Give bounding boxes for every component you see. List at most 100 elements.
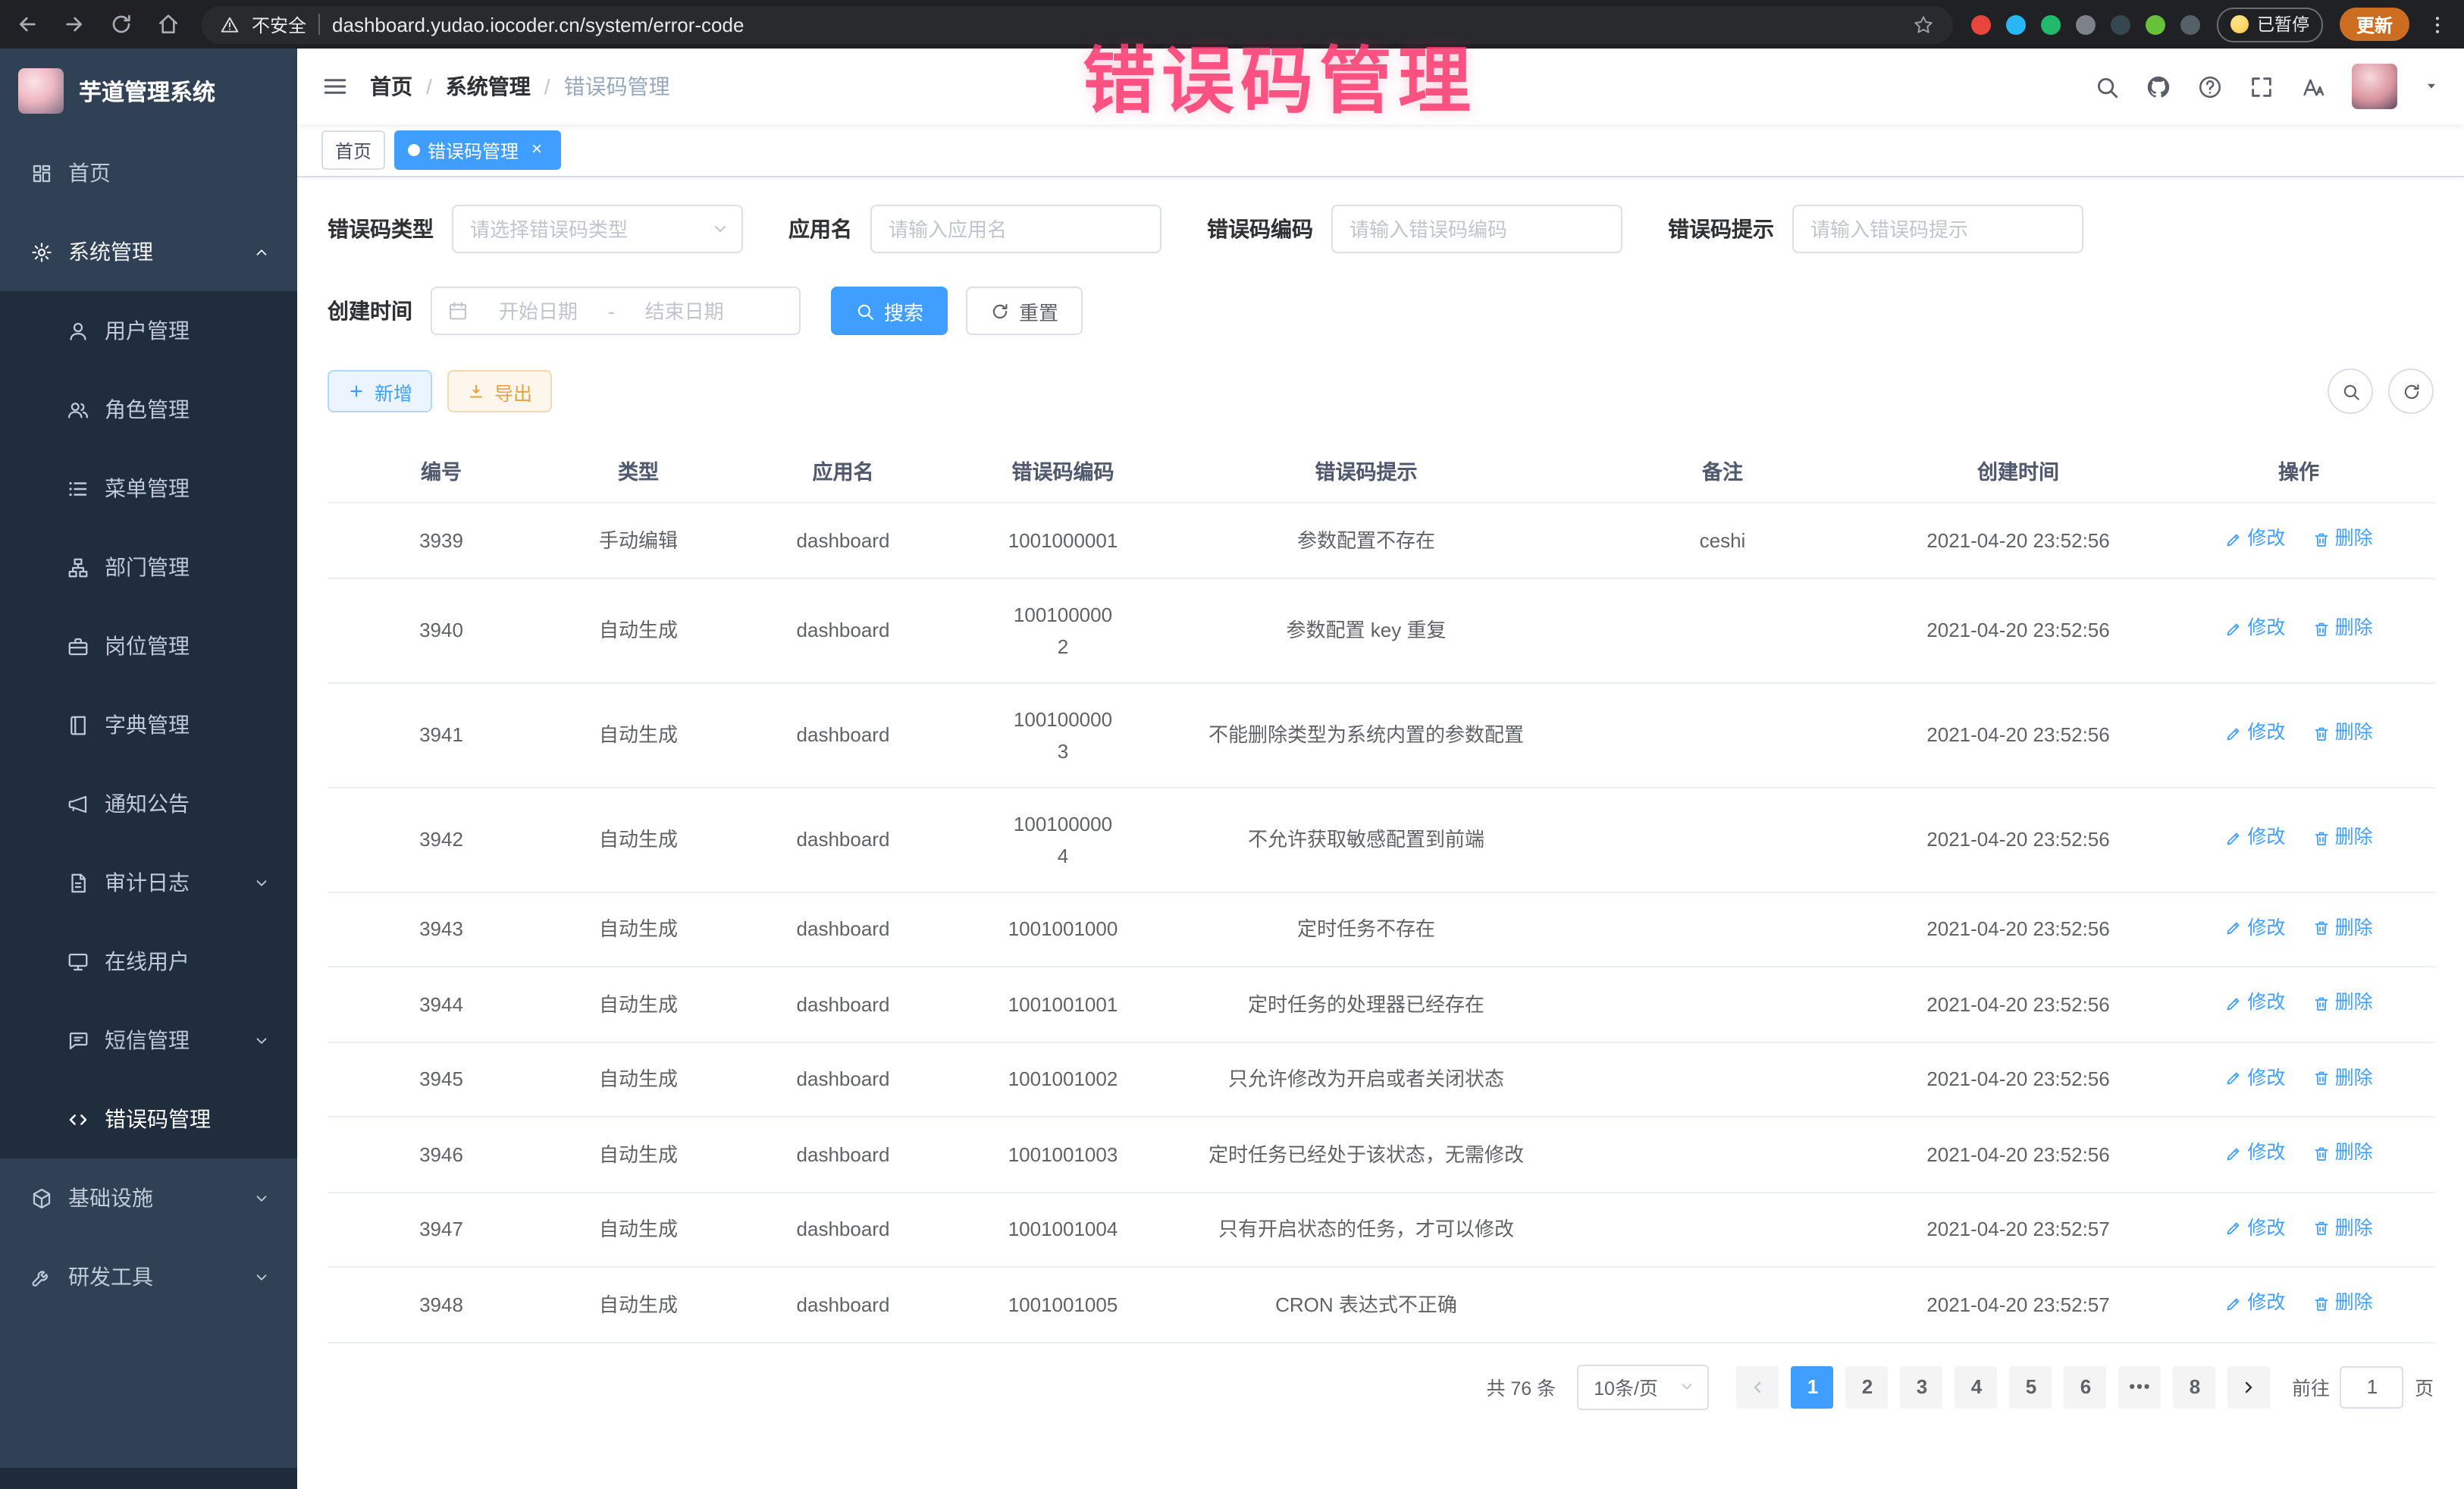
extension-icon[interactable] [2181,14,2201,34]
page-button[interactable]: 1 [1792,1365,1834,1408]
home-button[interactable] [156,12,180,36]
sidebar-menu-item[interactable]: 错误码管理 [0,1080,297,1158]
edit-link[interactable]: 修改 [2224,823,2285,854]
page-button[interactable]: 5 [2010,1365,2052,1408]
error-code-input[interactable] [1331,205,1622,253]
app-name-input[interactable] [870,205,1161,253]
sidebar-collapse-bar[interactable] [0,1468,297,1489]
sidebar-menu-item[interactable]: 角色管理 [0,370,297,449]
sidebar-menu-item[interactable]: 通知公告 [0,764,297,843]
table-row[interactable]: 3945 自动生成 dashboard 1001001002 只允许修改为开启或… [328,1042,2435,1117]
table-row[interactable]: 3941 自动生成 dashboard 100100000 3 不能删除类型为系… [328,682,2435,787]
next-page-button[interactable] [2228,1365,2271,1408]
page-button[interactable]: 6 [2064,1365,2107,1408]
sidebar-menu-item[interactable]: 审计日志 [0,843,297,922]
sidebar-menu-item[interactable]: 在线用户 [0,922,297,1001]
edit-link[interactable]: 修改 [2224,1287,2285,1319]
table-row[interactable]: 3948 自动生成 dashboard 1001001005 CRON 表达式不… [328,1267,2435,1342]
error-hint-input[interactable] [1792,205,2083,253]
fullscreen-icon[interactable] [2249,74,2274,99]
edit-link[interactable]: 修改 [2224,1062,2285,1094]
extension-icon[interactable] [2111,14,2131,34]
error-type-select[interactable] [452,205,743,253]
back-button[interactable] [15,12,39,36]
security-warning-icon[interactable] [220,14,240,34]
page-button[interactable]: 2 [1846,1365,1889,1408]
export-button[interactable]: 导出 [447,370,552,412]
sidebar-menu-item[interactable]: 字典管理 [0,685,297,764]
sidebar-menu-item[interactable]: 研发工具 [0,1237,297,1316]
page-button[interactable]: ••• [2119,1365,2161,1408]
font-size-icon[interactable] [2300,74,2326,99]
sidebar-menu-item[interactable]: 用户管理 [0,291,297,370]
reset-button[interactable]: 重置 [966,287,1083,335]
edit-link[interactable]: 修改 [2224,1137,2285,1169]
end-date-input[interactable] [624,298,745,324]
delete-link[interactable]: 删除 [2312,1212,2373,1244]
refresh-table-button[interactable] [2388,368,2434,414]
extension-icon[interactable] [2007,14,2027,34]
table-row[interactable]: 3946 自动生成 dashboard 1001001003 定时任务已经处于该… [328,1117,2435,1192]
help-icon[interactable] [2197,74,2223,99]
delete-link[interactable]: 删除 [2312,823,2373,854]
delete-link[interactable]: 删除 [2312,912,2373,944]
edit-link[interactable]: 修改 [2224,718,2285,750]
search-icon[interactable] [2094,74,2120,99]
sidebar-menu-item[interactable]: 首页 [0,133,297,212]
add-button[interactable]: 新增 [328,370,432,412]
view-tab[interactable]: 首页 [321,130,385,170]
sidebar-menu-item[interactable]: 菜单管理 [0,449,297,528]
tab-close-icon[interactable] [526,139,547,161]
edit-link[interactable]: 修改 [2224,912,2285,944]
paused-badge[interactable]: 已暂停 [2218,7,2323,42]
delete-link[interactable]: 删除 [2312,987,2373,1019]
toggle-search-button[interactable] [2328,368,2373,414]
goto-page-input[interactable] [2340,1365,2404,1408]
forward-button[interactable] [62,12,86,36]
bookmark-star-icon[interactable] [1913,13,1936,36]
view-tab[interactable]: 错误码管理 [394,130,561,170]
page-button[interactable]: 4 [1955,1365,1998,1408]
start-date-input[interactable] [478,298,599,324]
page-button[interactable]: 3 [1901,1365,1943,1408]
github-icon[interactable] [2146,74,2171,99]
prev-page-button[interactable] [1737,1365,1779,1408]
extension-icon[interactable] [2042,14,2061,34]
edit-link[interactable]: 修改 [2224,613,2285,645]
table-row[interactable]: 3939 手动编辑 dashboard 1001000001 参数配置不存在 c… [328,503,2435,578]
edit-link[interactable]: 修改 [2224,523,2285,555]
extension-icon[interactable] [1972,14,1992,34]
breadcrumb-home[interactable]: 首页 [370,71,412,102]
page-size-select[interactable]: 10条/页 [1577,1364,1710,1409]
delete-link[interactable]: 删除 [2312,1137,2373,1169]
browser-menu-icon[interactable] [2426,13,2449,36]
page-button[interactable]: 8 [2174,1365,2216,1408]
error-type-select-input[interactable] [452,205,743,253]
edit-link[interactable]: 修改 [2224,987,2285,1019]
table-row[interactable]: 3940 自动生成 dashboard 100100000 2 参数配置 key… [328,578,2435,682]
table-row[interactable]: 3944 自动生成 dashboard 1001001001 定时任务的处理器已… [328,967,2435,1042]
user-avatar[interactable] [2352,64,2397,109]
breadcrumb-system[interactable]: 系统管理 [446,71,531,102]
table-row[interactable]: 3942 自动生成 dashboard 100100000 4 不允许获取敏感配… [328,787,2435,892]
extension-icon[interactable] [2146,14,2166,34]
sidebar-menu-item[interactable]: 基础设施 [0,1158,297,1237]
address-bar[interactable]: 不安全 dashboard.yudao.iocoder.cn/system/er… [202,5,1954,43]
hamburger-icon[interactable] [321,73,349,100]
table-row[interactable]: 3947 自动生成 dashboard 1001001004 只有开启状态的任务… [328,1192,2435,1267]
reload-button[interactable] [109,12,133,36]
extension-icon[interactable] [2077,14,2096,34]
sidebar-menu-item[interactable]: 岗位管理 [0,607,297,685]
date-range-picker[interactable]: - [431,287,801,335]
delete-link[interactable]: 删除 [2312,1287,2373,1319]
search-button[interactable]: 搜索 [831,287,948,335]
delete-link[interactable]: 删除 [2312,1062,2373,1094]
avatar-caret-icon[interactable] [2423,73,2440,100]
app-logo[interactable]: 芋道管理系统 [0,49,297,133]
sidebar-menu-item[interactable]: 部门管理 [0,528,297,607]
update-button[interactable]: 更新 [2340,8,2409,41]
delete-link[interactable]: 删除 [2312,613,2373,645]
edit-link[interactable]: 修改 [2224,1212,2285,1244]
delete-link[interactable]: 删除 [2312,718,2373,750]
delete-link[interactable]: 删除 [2312,523,2373,555]
